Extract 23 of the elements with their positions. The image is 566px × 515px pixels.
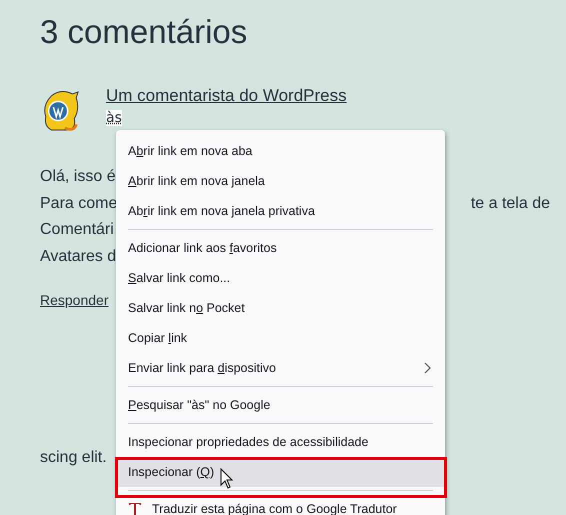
comment-text: Olá, isso é bbox=[40, 168, 116, 186]
post-text: scing elit. bbox=[40, 449, 107, 468]
comment-text: Para come bbox=[40, 194, 118, 213]
menu-item[interactable]: Abrir link em nova janela bbox=[116, 166, 445, 196]
author-link[interactable]: Um comentarista do WordPress bbox=[106, 86, 347, 106]
menu-item[interactable]: Enviar link para dispositivo bbox=[116, 353, 445, 383]
mascot-avatar-icon bbox=[42, 88, 80, 134]
comments-heading: 3 comentários bbox=[39, 12, 248, 52]
menu-item[interactable]: Pesquisar "às" no Google bbox=[116, 390, 445, 420]
reply-link[interactable]: Responder bbox=[40, 292, 108, 308]
menu-item[interactable]: Adicionar link aos favoritos bbox=[116, 233, 445, 263]
menu-item[interactable]: Salvar link como... bbox=[116, 263, 445, 293]
menu-item[interactable]: Inspecionar propriedades de acessibilidade bbox=[116, 427, 445, 457]
comment-time-link[interactable]: às bbox=[106, 110, 122, 126]
menu-item[interactable]: Abrir link em nova aba bbox=[116, 136, 445, 166]
menu-item[interactable]: Salvar link no Pocket bbox=[116, 293, 445, 323]
menu-item[interactable]: Abrir link em nova janela privativa bbox=[116, 196, 445, 226]
mouse-cursor-icon bbox=[220, 468, 234, 490]
menu-item[interactable]: Copiar link bbox=[116, 323, 445, 353]
comment-text: Avatares d bbox=[40, 248, 116, 266]
comment-text: Comentári bbox=[40, 221, 114, 240]
comment-text: te a tela de bbox=[470, 194, 550, 213]
translate-icon bbox=[128, 501, 142, 515]
